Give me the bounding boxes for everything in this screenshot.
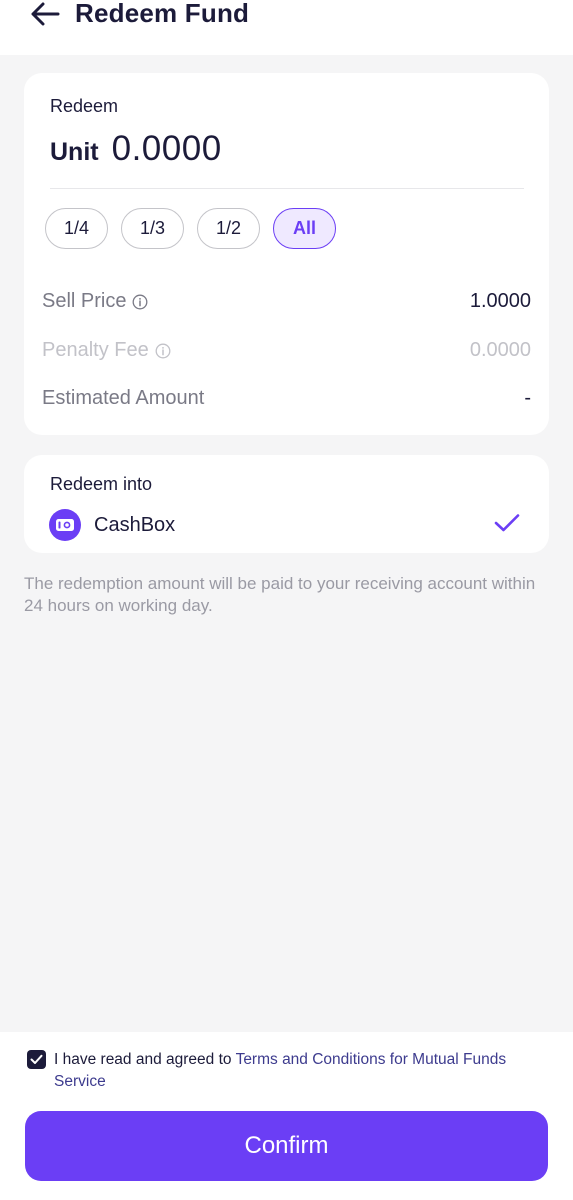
info-icon[interactable]: [155, 343, 171, 359]
sell-price-value: 1.0000: [469, 290, 531, 312]
checkbox-check-icon: [30, 1054, 43, 1064]
confirm-button[interactable]: Confirm: [25, 1111, 548, 1181]
unit-input[interactable]: Unit 0.0000: [50, 129, 222, 169]
redeem-into-label: Redeem into: [50, 474, 153, 494]
estimated-amount-row: Estimated Amount -: [42, 387, 531, 410]
sell-price-row: Sell Price 1.0000: [42, 290, 531, 313]
cashbox-label: CashBox: [94, 513, 176, 536]
redeem-label: Redeem: [50, 96, 119, 116]
penalty-fee-row: Penalty Fee 0.0000: [42, 339, 531, 362]
cashbox-option[interactable]: CashBox: [49, 508, 524, 542]
unit-value: 0.0000: [111, 129, 222, 168]
penalty-fee-value: 0.0000: [469, 339, 531, 361]
fraction-button-all[interactable]: All: [273, 208, 336, 249]
redeem-fund-page: Redeem Fund Redeem Unit 0.0000 1/4 1/3 1…: [0, 0, 573, 1200]
redemption-notice: The redemption amount will be paid to yo…: [24, 574, 536, 615]
info-icon[interactable]: [132, 294, 148, 310]
back-button[interactable]: [28, 0, 62, 28]
bottom-bar: I have read and agreed to Terms and Cond…: [0, 1032, 573, 1200]
estimated-amount-label: Estimated Amount: [42, 387, 205, 409]
unit-label: Unit: [50, 138, 99, 166]
fraction-button-third[interactable]: 1/3: [121, 208, 184, 249]
agreement-checkbox[interactable]: [27, 1050, 46, 1069]
redeem-card: Redeem Unit 0.0000 1/4 1/3 1/2 All Sell …: [24, 73, 549, 435]
agreement-prefix: I have read and agreed to: [54, 1051, 236, 1068]
agreement-text: I have read and agreed to Terms and Cond…: [54, 1049, 527, 1093]
sell-price-label: Sell Price: [42, 290, 127, 312]
agreement-row: I have read and agreed to Terms and Cond…: [27, 1049, 527, 1093]
estimated-amount-value: -: [524, 387, 531, 409]
fraction-button-half[interactable]: 1/2: [197, 208, 260, 249]
checkmark-icon: [494, 513, 520, 538]
divider: [50, 188, 524, 189]
fraction-selector: 1/4 1/3 1/2 All: [45, 208, 349, 249]
header: Redeem Fund: [0, 0, 573, 55]
redeem-into-card: Redeem into CashBox: [24, 455, 549, 553]
cashbox-icon: [49, 509, 81, 541]
arrow-left-icon: [31, 2, 60, 26]
fraction-button-quarter[interactable]: 1/4: [45, 208, 108, 249]
page-title: Redeem Fund: [75, 0, 250, 28]
penalty-fee-label: Penalty Fee: [42, 339, 149, 361]
